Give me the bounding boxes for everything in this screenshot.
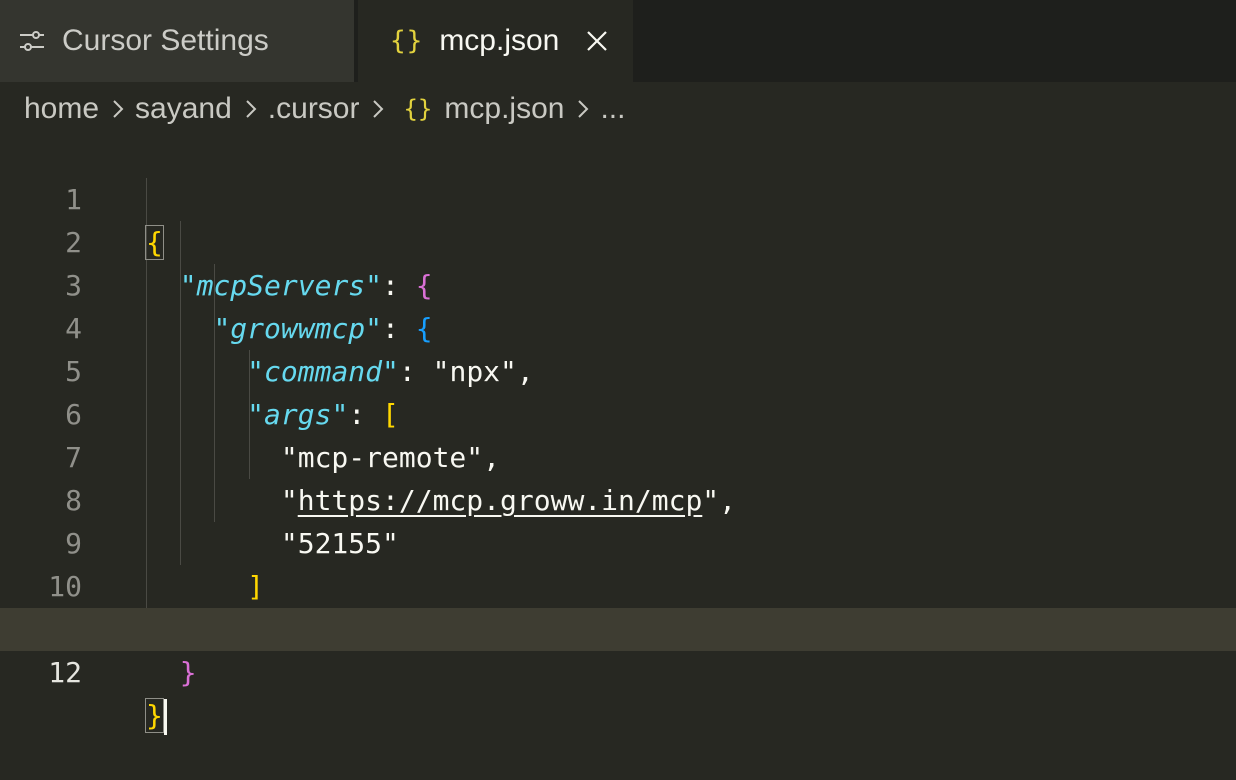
tab-cursor-settings[interactable]: Cursor Settings: [0, 0, 356, 82]
chevron-right-icon: [246, 100, 257, 118]
code-line: 4 "command": "npx",: [0, 264, 1236, 388]
settings-sliders-icon: [20, 31, 44, 51]
tab-mcp-json[interactable]: {} mcp.json: [358, 0, 633, 82]
code-line: 7 "https://mcp.groww.in/mcp",: [0, 393, 1236, 517]
breadcrumb-item-symbols[interactable]: ...: [600, 92, 625, 126]
code-line: 11 }: [0, 565, 1236, 689]
code-line: 10 }: [0, 522, 1236, 646]
tab-bar: Cursor Settings {} mcp.json: [0, 0, 1236, 82]
code-line: 3 "growwmcp": {: [0, 221, 1236, 345]
breadcrumb-item-file[interactable]: mcp.json: [444, 92, 564, 126]
text-cursor: [163, 699, 167, 735]
close-brace: }: [145, 698, 164, 733]
code-line: 2 "mcpServers": {: [0, 178, 1236, 302]
code-line: 8 "52155": [0, 436, 1236, 560]
chevron-right-icon: [373, 100, 384, 118]
tab-label: Cursor Settings: [62, 24, 269, 57]
line-number: 12: [48, 656, 82, 689]
code-line: 5 "args": [: [0, 307, 1236, 431]
json-braces-icon: {}: [390, 26, 424, 56]
close-icon[interactable]: [585, 29, 609, 53]
chevron-right-icon: [578, 100, 589, 118]
breadcrumb-item-cursor[interactable]: .cursor: [268, 92, 360, 126]
json-braces-icon: {}: [403, 95, 433, 123]
chevron-right-icon: [113, 100, 124, 118]
code-line-current: 12 }: [0, 608, 1236, 735]
code-line: 9 ]: [0, 479, 1236, 603]
breadcrumb: home sayand .cursor {} mcp.json ...: [24, 86, 625, 132]
tab-label: mcp.json: [439, 24, 560, 57]
code-line: 1 {: [0, 135, 1236, 260]
code-line: 6 "mcp-remote",: [0, 350, 1236, 474]
breadcrumb-item-sayand[interactable]: sayand: [135, 92, 232, 126]
code-editor[interactable]: 1 { 2 "mcpServers": { 3 "growwmcp": { 4 …: [0, 135, 1236, 776]
breadcrumb-item-home[interactable]: home: [24, 92, 99, 126]
